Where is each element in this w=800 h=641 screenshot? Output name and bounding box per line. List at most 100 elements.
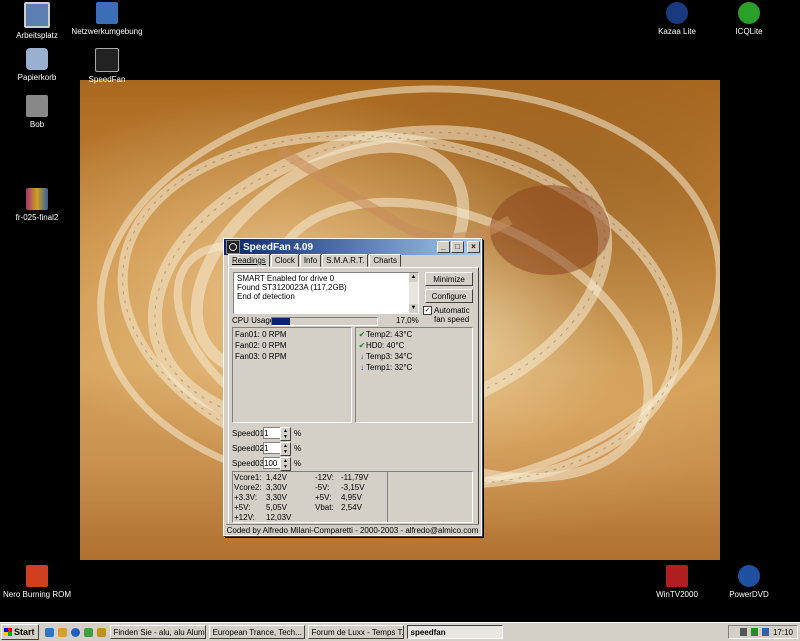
kazaa-icon <box>666 2 688 24</box>
desktop-icon-label: Kazaa Lite <box>658 27 696 36</box>
tray-icon[interactable] <box>739 628 747 636</box>
voltage-row: +3.3V: 3,30V <box>234 493 287 502</box>
speed-label: Speed03: <box>232 459 267 468</box>
desktop-icon-label: Papierkorb <box>17 73 57 82</box>
readings-panel: SMART Enabled for drive 0 Found ST312002… <box>228 267 479 525</box>
icq-icon <box>738 2 760 24</box>
tab-charts[interactable]: Charts <box>369 254 401 267</box>
wintv-icon <box>666 565 688 587</box>
nero-icon <box>26 565 48 587</box>
check-icon: ✔ <box>358 341 366 350</box>
log-line: End of detection <box>237 292 295 301</box>
tab-readings[interactable]: Readings <box>228 254 270 267</box>
taskbar-item[interactable]: European Trance, Tech... <box>208 625 305 639</box>
tray-icon[interactable] <box>761 628 769 636</box>
quick-launch <box>44 627 110 637</box>
speedfan-icon <box>226 240 240 254</box>
powerdvd-icon <box>738 565 760 587</box>
voltage-row: +5V: 5,05V <box>234 503 287 512</box>
speedfan-icon <box>95 48 119 72</box>
cpu-usage-value: 17,0% <box>396 316 419 325</box>
desktop-icon-label: PowerDVD <box>729 590 769 599</box>
tab-smart[interactable]: S.M.A.R.T. <box>322 254 369 267</box>
desktop-icon-netzwerkumgebung[interactable]: Netzwerkumgebung <box>70 2 144 36</box>
explorer-icon[interactable] <box>57 627 67 637</box>
windows-logo-icon <box>4 628 12 636</box>
speed03-input[interactable] <box>263 457 281 469</box>
desktop-icon-wintv[interactable]: WinTV2000 <box>640 565 714 599</box>
desktop-icon-speedfan[interactable]: SpeedFan <box>70 48 144 84</box>
desktop-icon-bob[interactable]: Bob <box>0 95 74 129</box>
speed02-row: Speed02: ▲▼ % <box>232 442 301 456</box>
minimize-window-button[interactable]: _ <box>437 241 450 253</box>
tray-icon[interactable] <box>750 628 758 636</box>
bob-icon <box>26 95 48 117</box>
close-window-button[interactable]: × <box>467 241 480 253</box>
check-icon: ✔ <box>358 330 366 339</box>
percent-label: % <box>294 444 302 453</box>
cpu-usage-bar <box>271 317 378 326</box>
desktop-icon-label: Arbeitsplatz <box>16 31 58 40</box>
detection-log[interactable]: SMART Enabled for drive 0 Found ST312002… <box>233 272 419 314</box>
taskbar-item-speedfan[interactable]: speedfan <box>406 625 503 639</box>
speed02-input[interactable] <box>263 442 281 454</box>
system-tray: 17:10 <box>728 625 798 639</box>
tab-info[interactable]: Info <box>299 254 322 267</box>
clock[interactable]: 17:10 <box>773 628 793 637</box>
spinner-arrows-icon[interactable]: ▲ ▼ <box>280 427 291 441</box>
recycle-bin-icon <box>26 48 48 70</box>
desktop-icon-icqlite[interactable]: ICQLite <box>712 2 786 36</box>
log-line: Found ST3120023A (117,2GB) <box>237 283 347 292</box>
configure-button[interactable]: Configure <box>425 289 473 303</box>
desktop-icon-papierkorb[interactable]: Papierkorb <box>0 48 74 82</box>
scroll-down-arrow-icon[interactable]: ▼ <box>409 304 418 313</box>
checkmark-icon: ✓ <box>423 306 432 315</box>
outlook-icon[interactable] <box>83 627 93 637</box>
desktop-icon-label: SpeedFan <box>88 75 126 84</box>
internet-explorer-icon[interactable] <box>70 627 80 637</box>
log-scrollbar[interactable]: ▲ ▼ <box>409 273 418 313</box>
fan-reading: Fan01: 0 RPM <box>235 330 287 339</box>
voltages-divider <box>387 472 388 522</box>
show-desktop-icon[interactable] <box>44 627 54 637</box>
desktop-icon-fr-025-final2[interactable]: fr-025-final2 <box>0 188 74 222</box>
spinner-arrows-icon[interactable]: ▲ ▼ <box>280 442 291 456</box>
spinner-arrows-icon[interactable]: ▲ ▼ <box>280 457 291 471</box>
window-title: SpeedFan 4.09 <box>243 241 314 253</box>
temp-reading: ↓ Temp3: 34°C <box>360 352 413 361</box>
fan-reading: Fan03: 0 RPM <box>235 352 287 361</box>
desktop-icon-kazaa[interactable]: Kazaa Lite <box>640 2 714 36</box>
maximize-window-button[interactable]: □ <box>451 241 464 253</box>
fans-box: Fan01: 0 RPM Fan02: 0 RPM Fan03: 0 RPM <box>232 327 352 423</box>
taskbar-item[interactable]: Finden Sie - alu, alu Alumi... <box>109 625 206 639</box>
fan-reading: Fan02: 0 RPM <box>235 341 287 350</box>
arrow-down-icon: ↓ <box>360 352 364 361</box>
window-titlebar[interactable]: SpeedFan 4.09 _ □ × <box>224 239 481 255</box>
archive-icon <box>26 188 48 210</box>
tab-clock[interactable]: Clock <box>270 254 299 267</box>
temp-reading: ✔HD0: 40°C <box>358 341 405 350</box>
credits-footer: Coded by Alfredo Milani-Comparetti - 200… <box>226 524 479 535</box>
checkbox-label: Automatic fan speed <box>434 306 470 324</box>
my-computer-icon <box>24 2 50 28</box>
speed01-input[interactable] <box>263 427 281 439</box>
desktop-icon-label: ICQLite <box>735 27 763 36</box>
desktop-icon-nero[interactable]: Nero Burning ROM <box>0 565 74 599</box>
speed-label: Speed02: <box>232 444 267 453</box>
desktop-icon-label: Netzwerkumgebung <box>71 27 143 36</box>
taskbar-item[interactable]: Forum de Luxx - Temps T... <box>307 625 404 639</box>
temps-box: ✔Temp2: 43°C ✔HD0: 40°C ↓ Temp3: 34°C ↓ Te… <box>355 327 473 423</box>
percent-label: % <box>294 459 302 468</box>
minimize-button[interactable]: Minimize <box>425 272 473 286</box>
desktop-icon-powerdvd[interactable]: PowerDVD <box>712 565 786 599</box>
voltage-row: -5V: -3,15V <box>315 483 365 492</box>
voltage-row: -12V: -11,79V <box>315 473 369 482</box>
desktop-icon-label: Bob <box>29 120 45 129</box>
notepad-icon[interactable] <box>96 627 106 637</box>
automatic-fan-speed-checkbox[interactable]: ✓ Automatic fan speed <box>423 306 470 324</box>
start-button[interactable]: Start <box>1 624 39 640</box>
voltage-row: Vcore1: 1,42V <box>234 473 287 482</box>
desktop-icon-label: Nero Burning ROM <box>2 590 72 599</box>
desktop-icon-arbeitsplatz[interactable]: Arbeitsplatz <box>0 2 74 40</box>
scroll-up-arrow-icon[interactable]: ▲ <box>409 273 418 282</box>
